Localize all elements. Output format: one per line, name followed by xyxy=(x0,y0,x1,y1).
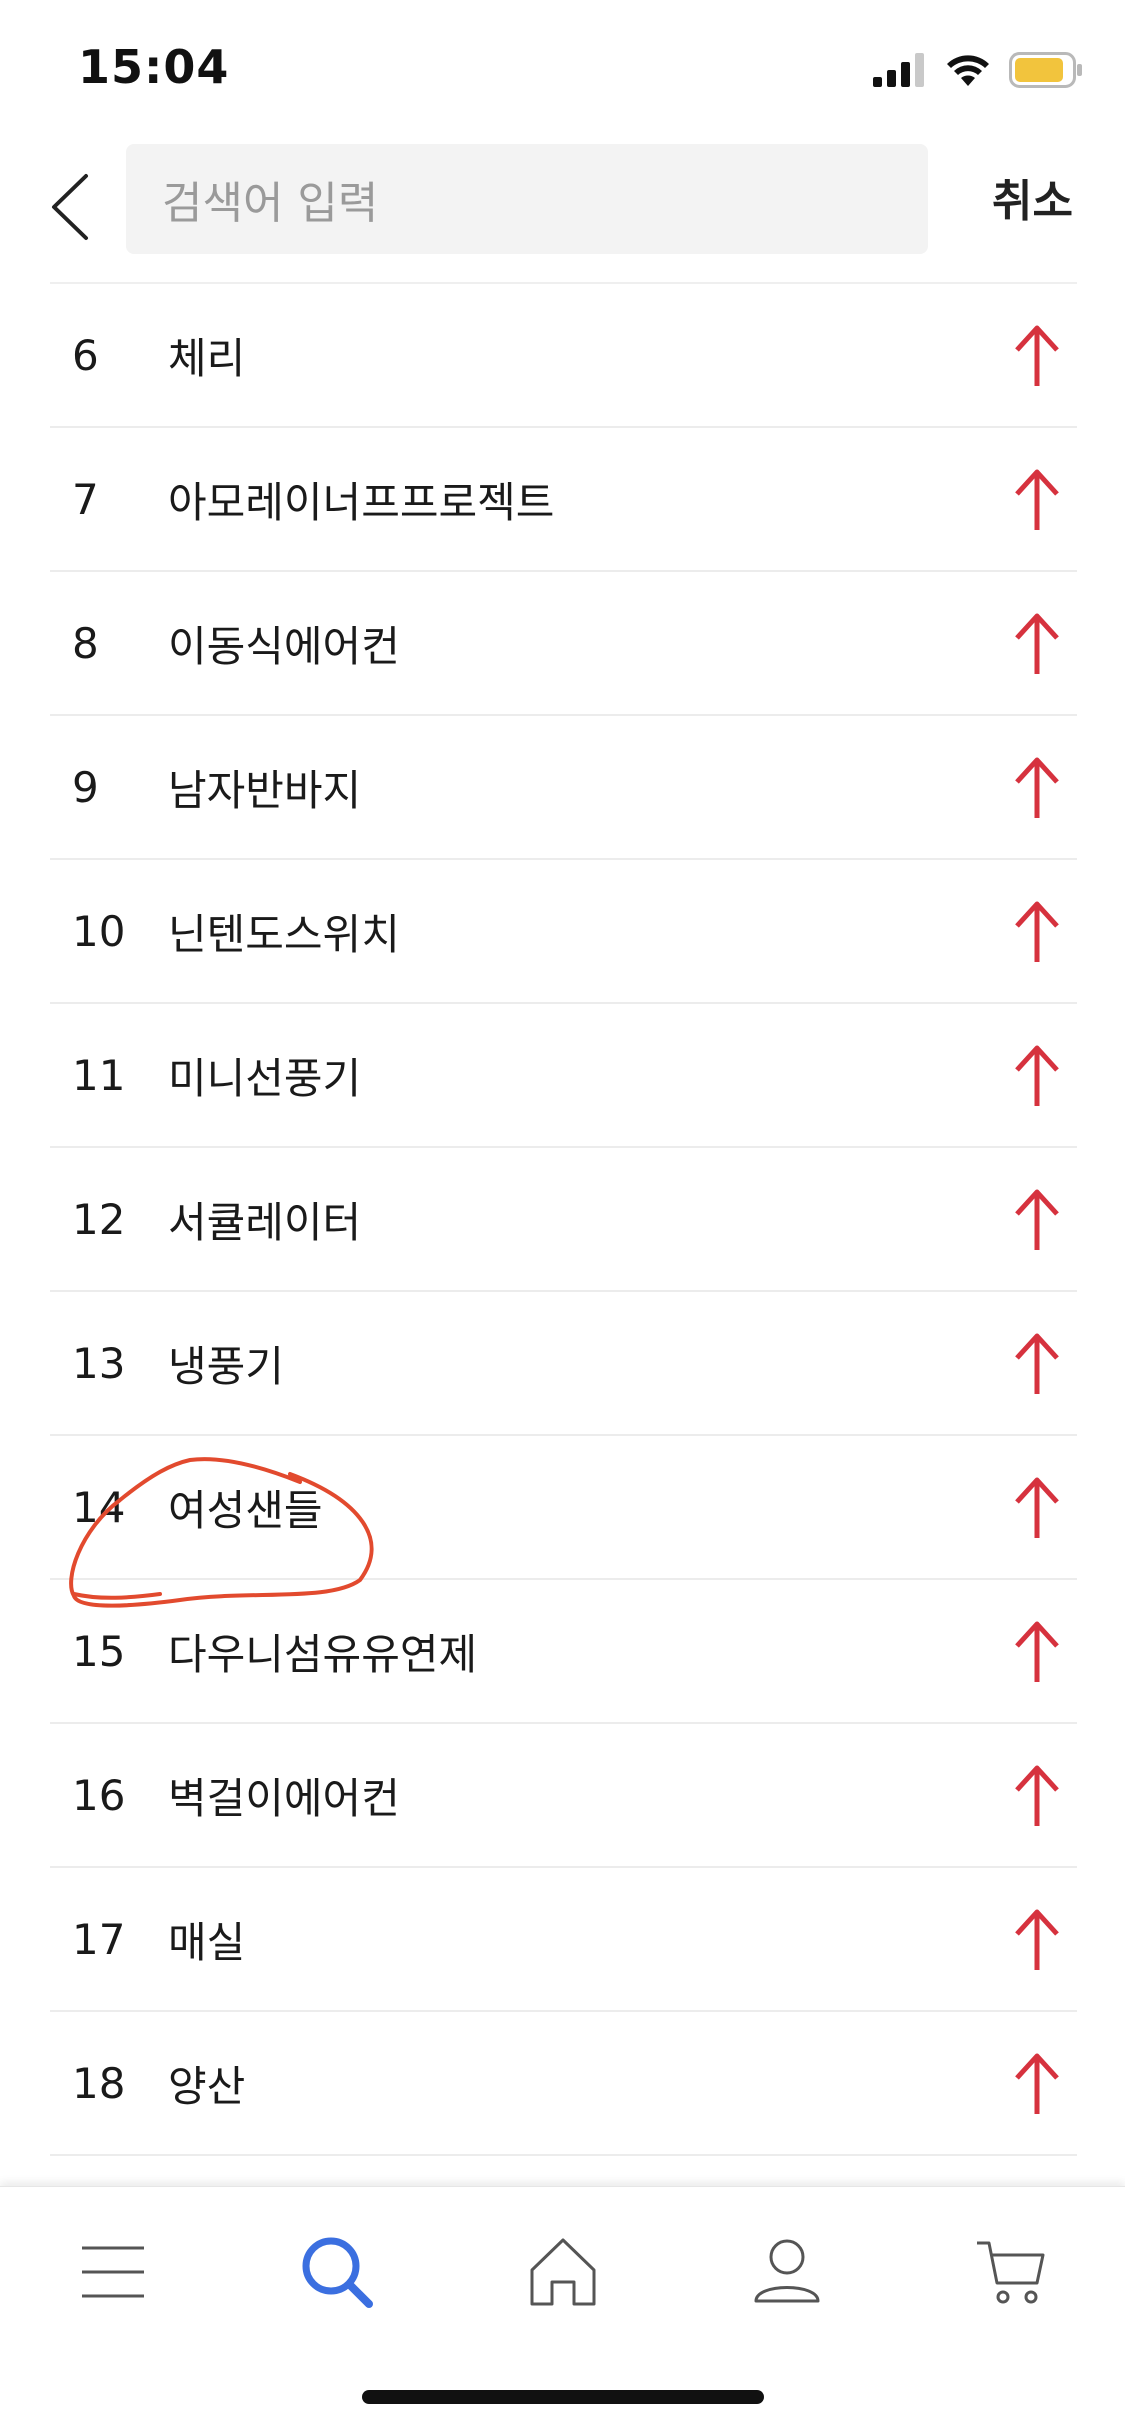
rank-term: 이동식에어컨 xyxy=(168,621,400,671)
status-time: 15:04 xyxy=(78,40,230,94)
trend-up-arrow-icon xyxy=(1015,901,1059,962)
rank-number: 7 xyxy=(72,474,99,524)
tab-menu[interactable] xyxy=(68,2227,158,2317)
rank-number: 12 xyxy=(72,1194,126,1244)
status-bar: 15:04 xyxy=(0,0,1125,132)
tab-search[interactable] xyxy=(292,2227,382,2317)
home-indicator xyxy=(362,2390,764,2404)
status-icons xyxy=(873,48,1083,92)
rank-term: 닌텐도스위치 xyxy=(168,909,400,959)
cart-icon xyxy=(977,2241,1045,2304)
rank-number: 18 xyxy=(72,2058,126,2108)
rank-number: 10 xyxy=(72,906,126,956)
trend-up-arrow-icon xyxy=(1015,2053,1059,2114)
ranking-item[interactable]: 10 닌텐도스위치 xyxy=(50,860,1077,1004)
tab-cart[interactable] xyxy=(966,2227,1056,2317)
ranking-item[interactable]: 17 매실 xyxy=(50,1868,1077,2012)
tab-home[interactable] xyxy=(518,2227,608,2317)
ranking-item[interactable]: 8 이동식에어컨 xyxy=(50,572,1077,716)
search-input[interactable]: 검색어 입력 xyxy=(126,144,928,254)
rank-number: 17 xyxy=(72,1914,126,1964)
rank-term: 매실 xyxy=(168,1917,246,1967)
rank-number: 6 xyxy=(72,330,99,380)
ranking-item[interactable]: 13 냉풍기 xyxy=(50,1292,1077,1436)
search-placeholder: 검색어 입력 xyxy=(162,178,379,229)
rank-term: 남자반바지 xyxy=(168,765,362,815)
rank-number: 16 xyxy=(72,1770,126,1820)
profile-icon xyxy=(754,2239,820,2303)
ranking-item[interactable]: 14 여성샌들 xyxy=(50,1436,1077,1580)
rank-number: 9 xyxy=(72,762,99,812)
rank-number: 13 xyxy=(72,1338,126,1388)
rank-term: 벽걸이에어컨 xyxy=(168,1773,400,1823)
search-icon xyxy=(302,2237,373,2308)
rank-term: 다우니섬유유연제 xyxy=(168,1629,478,1679)
signal-icon xyxy=(873,53,924,87)
menu-icon xyxy=(82,2246,144,2298)
rank-term: 아모레이너프프로젝트 xyxy=(168,477,555,527)
search-header: 검색어 입력 취소 xyxy=(0,132,1125,282)
trend-up-arrow-icon xyxy=(1015,1765,1059,1826)
ranking-item[interactable]: 7 아모레이너프프로젝트 xyxy=(50,428,1077,572)
trend-up-arrow-icon xyxy=(1015,1621,1059,1682)
rank-term: 체리 xyxy=(168,333,246,383)
ranking-item[interactable]: 11 미니선풍기 xyxy=(50,1004,1077,1148)
chevron-left-icon xyxy=(52,174,88,240)
rank-term: 여성샌들 xyxy=(168,1485,323,1535)
home-icon xyxy=(530,2238,596,2306)
rank-term: 미니선풍기 xyxy=(168,1053,362,1103)
rank-term: 양산 xyxy=(168,2061,246,2111)
wifi-icon xyxy=(947,55,989,86)
cancel-button[interactable]: 취소 xyxy=(992,162,1073,232)
rank-number: 8 xyxy=(72,618,99,668)
battery-icon xyxy=(1009,52,1082,88)
trend-up-arrow-icon xyxy=(1015,325,1059,386)
trend-up-arrow-icon xyxy=(1015,1189,1059,1250)
ranking-item[interactable]: 15 다우니섬유유연제 xyxy=(50,1580,1077,1724)
ranking-item[interactable]: 6 체리 xyxy=(50,284,1077,428)
rank-term: 서큘레이터 xyxy=(168,1197,362,1247)
tab-profile[interactable] xyxy=(742,2227,832,2317)
trend-up-arrow-icon xyxy=(1015,757,1059,818)
back-button[interactable] xyxy=(40,162,100,252)
rank-number: 14 xyxy=(72,1482,126,1532)
trend-up-arrow-icon xyxy=(1015,469,1059,530)
rank-term: 냉풍기 xyxy=(168,1341,284,1391)
rank-number: 11 xyxy=(72,1050,126,1100)
trend-up-arrow-icon xyxy=(1015,613,1059,674)
trend-up-arrow-icon xyxy=(1015,1045,1059,1106)
trend-up-arrow-icon xyxy=(1015,1333,1059,1394)
ranking-list: 6 체리 7 아모레이너프프로젝트 8 이동식에어컨 9 남자반바지 10 닌텐도스위치 11 미니선… xyxy=(50,282,1077,2156)
ranking-item[interactable]: 18 양산 xyxy=(50,2012,1077,2156)
ranking-item[interactable]: 9 남자반바지 xyxy=(50,716,1077,860)
ranking-item[interactable]: 16 벽걸이에어컨 xyxy=(50,1724,1077,1868)
trend-up-arrow-icon xyxy=(1015,1909,1059,1970)
trend-up-arrow-icon xyxy=(1015,1477,1059,1538)
rank-number: 15 xyxy=(72,1626,126,1676)
ranking-item[interactable]: 12 서큘레이터 xyxy=(50,1148,1077,1292)
